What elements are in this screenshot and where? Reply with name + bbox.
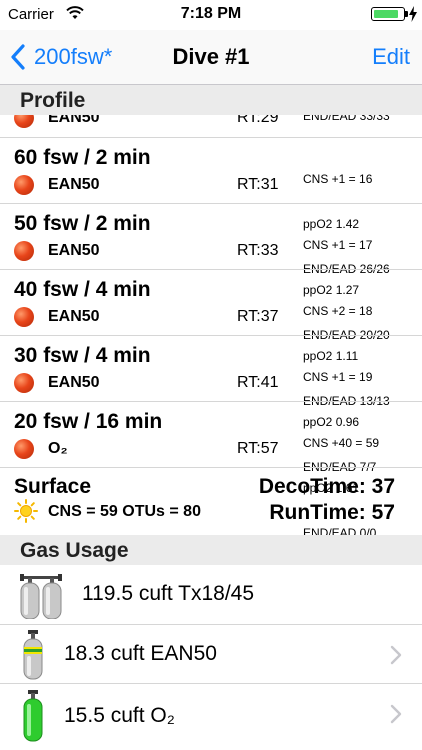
gas-usage-row[interactable]: 15.5 cuft O₂ bbox=[0, 684, 422, 750]
edit-button[interactable]: Edit bbox=[372, 44, 410, 70]
cns-value: CNS +2 = 18 bbox=[303, 304, 373, 318]
dive-row[interactable]: 60 fsw / 2 min EAN50 RT:31 CNS +1 = 16 p… bbox=[0, 138, 422, 276]
dive-row-runtime: RT:33 bbox=[237, 242, 279, 259]
dive-row-gas: EAN50 bbox=[48, 374, 100, 391]
gas-dot-icon bbox=[14, 175, 34, 195]
dive-row[interactable]: 20 fsw / 16 min O₂ RT:57 CNS +40 = 59 pp… bbox=[0, 402, 422, 540]
chevron-right-icon bbox=[390, 704, 402, 724]
nitrox-cylinder-icon bbox=[23, 630, 43, 680]
battery-icon bbox=[371, 7, 405, 21]
double-cylinder-icon bbox=[20, 574, 62, 619]
dive-row[interactable]: 40 fsw / 4 min EAN50 RT:37 CNS +2 = 18 p… bbox=[0, 270, 422, 408]
charging-bolt-icon bbox=[409, 6, 417, 22]
dive-row-runtime: RT:57 bbox=[237, 440, 279, 457]
navigation-bar: 200fsw* Dive #1 Edit bbox=[0, 30, 422, 85]
gas-usage-row: 119.5 cuft Tx18/45 bbox=[0, 565, 422, 625]
dive-row[interactable]: 50 fsw / 2 min EAN50 RT:33 CNS +1 = 17 p… bbox=[0, 204, 422, 342]
section-title-profile: Profile bbox=[20, 89, 86, 112]
dive-row[interactable]: 30 fsw / 4 min EAN50 RT:41 CNS +1 = 19 p… bbox=[0, 336, 422, 474]
surface-cns-otu: CNS = 59 OTUs = 80 bbox=[48, 503, 201, 520]
chevron-left-icon bbox=[11, 44, 25, 70]
gas-usage-label: 15.5 cuft O₂ bbox=[64, 704, 175, 727]
gas-usage-label: 18.3 cuft EAN50 bbox=[64, 642, 217, 665]
gas-dot-icon bbox=[14, 439, 34, 459]
deco-time: DecoTime: 37 bbox=[258, 475, 395, 498]
surface-summary: Surface CNS = 59 OTUs = 80 DecoTime: 37 … bbox=[0, 467, 422, 535]
cns-value: CNS +1 = 19 bbox=[303, 370, 373, 384]
section-title-gas-usage: Gas Usage bbox=[20, 539, 129, 562]
dive-row-gas: EAN50 bbox=[48, 308, 100, 325]
gas-usage-label: 119.5 cuft Tx18/45 bbox=[82, 582, 255, 605]
dive-row-depth: 30 fsw / 4 min bbox=[14, 344, 151, 367]
cns-value: CNS +40 = 59 bbox=[303, 436, 380, 450]
run-time: RunTime: 57 bbox=[269, 501, 395, 524]
sun-icon bbox=[14, 499, 38, 523]
gas-dot-icon bbox=[14, 307, 34, 327]
back-button[interactable]: 200fsw* bbox=[8, 42, 112, 72]
clock: 7:18 PM bbox=[180, 5, 242, 22]
dive-row-depth: 40 fsw / 4 min bbox=[14, 278, 151, 301]
cns-value: CNS +1 = 17 bbox=[303, 238, 373, 252]
back-button-label: 200fsw* bbox=[34, 44, 113, 69]
dive-row-depth: 20 fsw / 16 min bbox=[14, 410, 163, 433]
dive-row-runtime: RT:31 bbox=[237, 176, 279, 193]
dive-row-gas: EAN50 bbox=[48, 176, 100, 193]
dive-row-runtime: RT:37 bbox=[237, 308, 279, 325]
gas-dot-icon bbox=[14, 373, 34, 393]
gas-usage-row[interactable]: 18.3 cuft EAN50 bbox=[0, 625, 422, 684]
section-header-profile: Profile bbox=[0, 85, 422, 115]
dive-row-runtime: RT:41 bbox=[237, 374, 279, 391]
section-header-gas-usage: Gas Usage bbox=[0, 535, 422, 565]
dive-row-gas: O₂ bbox=[48, 440, 68, 457]
chevron-right-icon bbox=[390, 645, 402, 665]
dive-row-gas: EAN50 bbox=[48, 242, 100, 259]
oxygen-cylinder-icon bbox=[23, 690, 43, 742]
surface-title: Surface bbox=[14, 475, 92, 498]
gas-dot-icon bbox=[14, 241, 34, 261]
cns-value: CNS +1 = 16 bbox=[303, 172, 373, 186]
dive-row-depth: 60 fsw / 2 min bbox=[14, 146, 151, 169]
battery-tip bbox=[405, 11, 408, 17]
status-bar: Carrier 7:18 PM bbox=[0, 0, 422, 30]
dive-row-depth: 50 fsw / 2 min bbox=[14, 212, 151, 235]
